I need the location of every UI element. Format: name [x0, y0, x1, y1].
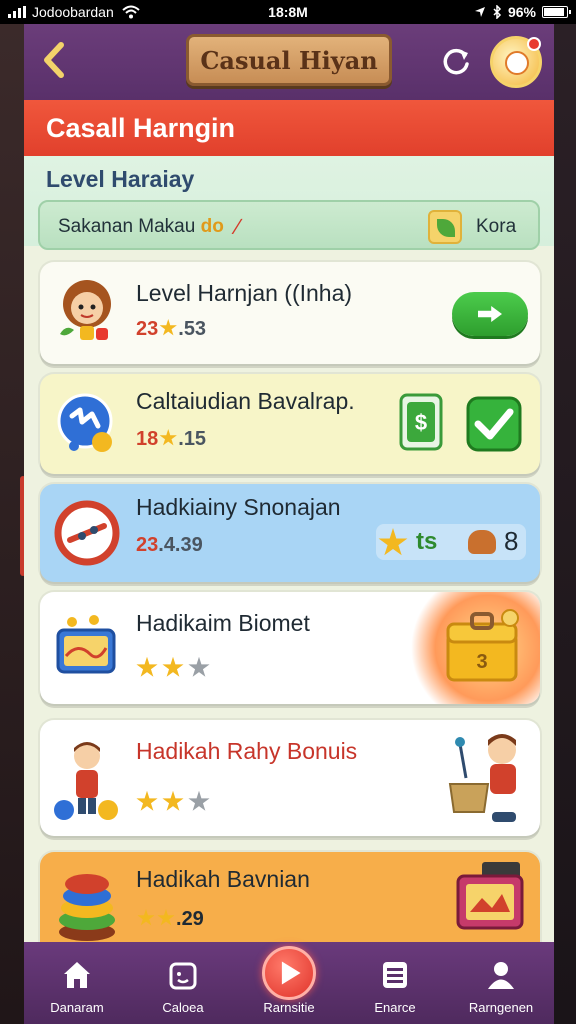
checkbox-complete-icon[interactable]: [464, 390, 524, 454]
star-rating: [136, 790, 214, 813]
filter-bar[interactable]: Sakanan Makau do ∕ Kora: [38, 200, 540, 250]
star-icon: [159, 429, 177, 446]
score-secondary: 29: [181, 908, 204, 930]
star-icon: [378, 528, 408, 556]
star-empty-icon: [188, 656, 210, 677]
star-icon: [159, 319, 177, 336]
score-secondary: 53: [183, 318, 207, 340]
svg-text:$: $: [415, 410, 427, 435]
carrier-name: Jodoobardan: [32, 4, 114, 20]
user-icon: [488, 962, 514, 989]
nav-label: Rarnsitie: [263, 1000, 315, 1015]
score-primary: 18: [136, 428, 159, 450]
score-secondary: 4.39: [163, 534, 203, 556]
wifi-icon: [122, 5, 140, 19]
level-card[interactable]: Hadikaim Biomet 3: [40, 592, 540, 704]
level-card-score: 23.4.39: [136, 534, 203, 556]
svg-text:3: 3: [476, 651, 487, 673]
stacked-rings-icon: [59, 874, 115, 941]
star-empty-icon: [188, 790, 210, 811]
avatar-face-icon: [505, 51, 529, 75]
level-card-title: Hadkiainy Snonajan: [136, 494, 341, 520]
star-filled-icon: [162, 790, 184, 811]
refresh-icon: [443, 48, 469, 75]
level-card-score: 18.15: [136, 428, 207, 450]
level-card-title: Level Harnjan ((Inha): [136, 280, 353, 306]
level-card[interactable]: Hadkiainy Snonajan 23.4.39 ts 8: [40, 484, 540, 582]
signal-icon: [8, 6, 26, 18]
app-screen: Casual Hiyan Casall Harngin Level Haraia…: [24, 24, 554, 1024]
star-filled-icon: [136, 656, 158, 677]
star-filled-icon: [136, 790, 158, 811]
list-icon: [383, 962, 407, 988]
filter-label-accent: do: [200, 216, 224, 237]
nav-item-calendar[interactable]: Caloea: [130, 942, 236, 1024]
section-banner: Casall Harngin: [24, 100, 554, 156]
puzzle-globe-icon: [57, 393, 113, 452]
filter-label-text: Sakanan Makau: [58, 216, 196, 237]
level-card[interactable]: Hadikah Rahy Bonuis: [40, 720, 540, 836]
pencil-icon[interactable]: ∕: [236, 214, 240, 240]
score-primary: 23: [136, 318, 159, 340]
play-arrow-button[interactable]: [452, 292, 528, 336]
refresh-button[interactable]: [438, 44, 474, 80]
reward-badge-count: 8: [504, 526, 519, 556]
filter-label: Sakanan Makau do: [58, 216, 224, 238]
calendar-icon: [169, 962, 197, 990]
nav-label: Caloea: [162, 1000, 204, 1015]
nav-item-list[interactable]: Enarce: [342, 942, 448, 1024]
location-icon: [474, 7, 485, 17]
star-icon: [137, 909, 155, 926]
level-card[interactable]: Caltaiudian Bavalrap. 18.15 $: [40, 374, 540, 474]
treasure-map-icon: [56, 615, 116, 674]
top-bar: Casual Hiyan: [24, 24, 554, 100]
reward-badge-left-text: ts: [416, 528, 438, 555]
nav-item-home[interactable]: Danaram: [24, 942, 130, 1024]
level-card-title: Hadikaim Biomet: [136, 610, 310, 636]
boy-character-icon: [54, 742, 118, 820]
home-icon: [64, 962, 90, 988]
nav-label: Danaram: [50, 1000, 104, 1015]
play-icon: [262, 946, 316, 1000]
level-card-title: Hadikah Bavnian: [136, 866, 310, 892]
chest-reward-icon: [468, 530, 496, 554]
leaf-icon[interactable]: [428, 210, 462, 244]
device-frame-right: [554, 24, 576, 1024]
battery-icon: [542, 6, 571, 18]
no-entry-badge-icon: [54, 500, 120, 566]
kid-with-basket-icon[interactable]: [444, 728, 530, 828]
photo-album-icon[interactable]: [452, 858, 528, 934]
cash-card-icon[interactable]: $: [398, 392, 444, 452]
battery-percent: 96%: [507, 4, 536, 20]
level-section-title: Level Haraiay: [46, 166, 195, 192]
star-icon: [157, 909, 175, 926]
nav-label: Rarngenen: [468, 1000, 534, 1015]
notification-dot: [527, 37, 541, 51]
level-card-score: .29: [136, 908, 204, 931]
filter-right-label: Kora: [476, 216, 517, 237]
level-card-title: Hadikah Rahy Bonuis: [136, 738, 358, 764]
treasure-chest-icon[interactable]: 3: [440, 604, 524, 688]
score-secondary: 15: [183, 428, 207, 450]
level-card[interactable]: Level Harnjan ((Inha) 23.53: [40, 262, 540, 364]
star-filled-icon: [162, 656, 184, 677]
level-card-title: Caltaiudian Bavalrap.: [136, 388, 355, 414]
bottom-nav: Danaram Caloea Rarnsitie Enarce Rarngene…: [24, 942, 554, 1024]
reward-badge[interactable]: ts 8: [376, 524, 526, 560]
profile-avatar-button[interactable]: [490, 36, 542, 88]
girl-character-icon: [60, 280, 111, 340]
game-title-sign: Casual Hiyan: [186, 34, 392, 86]
status-bar: Jodoobardan 18:8M 96%: [0, 0, 576, 24]
star-rating: [136, 656, 214, 679]
nav-item-profile[interactable]: Rarngenen: [448, 942, 554, 1024]
score-primary: 23: [136, 534, 159, 556]
bluetooth-icon: [493, 5, 502, 19]
nav-item-play[interactable]: Rarnsitie: [236, 942, 342, 1024]
chevron-left-icon: [44, 42, 64, 78]
back-button[interactable]: [36, 40, 72, 80]
nav-label: Enarce: [374, 1000, 416, 1015]
level-card-score: 23.53: [136, 318, 207, 340]
